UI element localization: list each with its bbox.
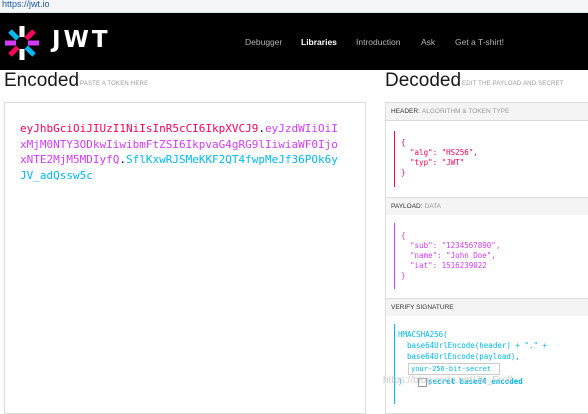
token-header-part: eyJhbGciOiJIUzI1NiIsInR5cCI6IkpXVCJ9: [20, 122, 259, 135]
decoded-title: Decoded: [385, 70, 462, 91]
secret-input[interactable]: [408, 363, 500, 375]
payload-label: PAYLOAD:: [391, 203, 423, 210]
encoded-subtitle: PASTE A TOKEN HERE: [80, 81, 149, 87]
header-section-title: HEADER: ALGORITHM & TOKEN TYPE: [386, 103, 588, 121]
header-sublabel: ALGORITHM & TOKEN TYPE: [421, 108, 510, 115]
encoded-title: Encoded: [4, 70, 80, 91]
header-color-bar: [394, 131, 395, 187]
payload-line-3: "iat": 1516239022: [401, 261, 487, 270]
verify-line-0: HMACSHA256(: [398, 330, 448, 339]
payload-sublabel: DATA: [424, 203, 441, 210]
payload-color-bar: [394, 223, 395, 289]
verify-signature-editor: HMACSHA256( base64UrlEncode(header) + ".…: [386, 316, 588, 413]
payload-line-0: {: [401, 231, 406, 240]
signature-color-bar: [394, 324, 395, 404]
header-label: HEADER:: [391, 108, 420, 115]
payload-line-2: "name": "John Doe",: [401, 251, 496, 260]
header-line-3: }: [401, 168, 406, 177]
verify-line-1: base64UrlEncode(header) + "." +: [398, 341, 548, 350]
nav-libraries[interactable]: Libraries: [301, 37, 337, 47]
browser-address-bar[interactable]: https://jwt.io: [0, 0, 588, 13]
nav-debugger[interactable]: Debugger: [245, 37, 282, 47]
header-line-1: "alg": "HS256",: [401, 148, 478, 157]
header-json-editor[interactable]: { "alg": "HS256", "typ": "JWT" }: [386, 121, 588, 197]
verify-section-title: VERIFY SIGNATURE: [386, 298, 588, 317]
token-text[interactable]: eyJhbGciOiJIUzI1NiIsInR5cCI6IkpXVCJ9.eyJ…: [20, 121, 340, 183]
url-text: https://jwt.io: [2, 0, 50, 9]
header-line-2: "typ": "JWT": [401, 158, 465, 167]
verify-label: VERIFY SIGNATURE: [391, 304, 454, 311]
decoded-subtitle: EDIT THE PAYLOAD AND SECRET: [462, 81, 564, 87]
nav-ask[interactable]: Ask: [421, 37, 435, 47]
watermark-text: https://blog.csdn.net/JK_Frolf: [383, 375, 513, 386]
nav-introduction[interactable]: Introduction: [356, 37, 400, 47]
payload-json-editor[interactable]: { "sub": "1234567890", "name": "John Doe…: [386, 215, 588, 297]
verify-line-2: base64UrlEncode(payload),: [398, 352, 520, 361]
header-line-0: {: [401, 138, 406, 147]
top-navbar: JWT Debugger Libraries Introduction Ask …: [0, 13, 588, 70]
jwt-logo-icon[interactable]: [4, 25, 40, 61]
payload-line-1: "sub": "1234567890",: [401, 241, 501, 250]
encoded-token-editor[interactable]: eyJhbGciOiJIUzI1NiIsInR5cCI6IkpXVCJ9.eyJ…: [4, 102, 366, 414]
payload-line-4: }: [401, 271, 406, 280]
nav-get-tshirt[interactable]: Get a T-shirt!: [455, 37, 504, 47]
decoded-panel: HEADER: ALGORITHM & TOKEN TYPE { "alg": "…: [385, 102, 588, 414]
payload-section-title: PAYLOAD: DATA: [386, 197, 588, 216]
logo-text[interactable]: JWT: [52, 27, 111, 53]
token-dot-2: .: [119, 153, 126, 166]
